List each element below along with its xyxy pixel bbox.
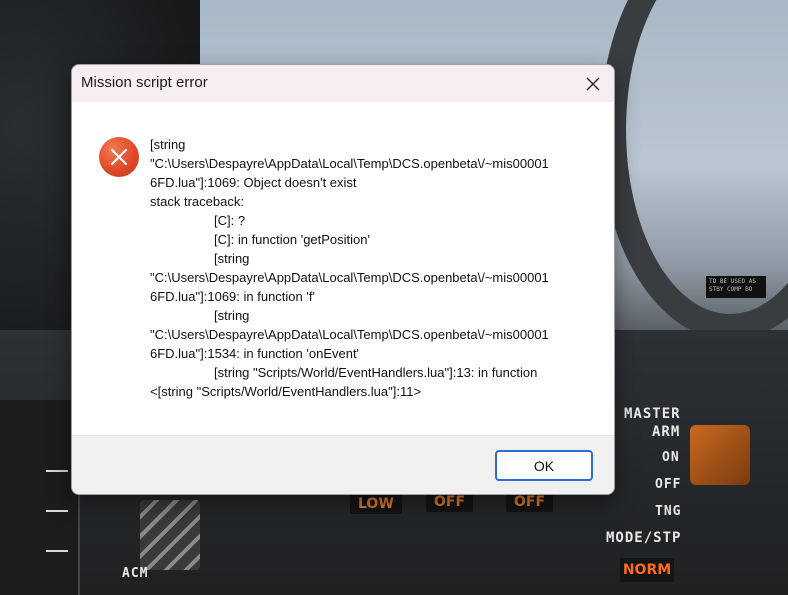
message-line: "C:\Users\Despayre\AppData\Local\Temp\DC… (150, 327, 549, 342)
dialog-title-bar[interactable]: Mission script error (72, 65, 614, 102)
dialog-title: Mission script error (81, 74, 208, 91)
off-indicator-2: OFF (506, 492, 554, 512)
message-line: [string (214, 251, 250, 266)
dialog-footer: OK (72, 435, 614, 494)
message-line: <[string "Scripts/World/EventHandlers.lu… (150, 384, 422, 399)
message-line: [string (150, 137, 186, 152)
tng-label: TNG (655, 504, 682, 519)
gauge-tick (46, 470, 68, 472)
message-line: [string "Scripts/World/EventHandlers.lua… (214, 365, 538, 380)
on-label: ON (662, 450, 680, 465)
message-line: 6FD.lua"]:1069: Object doesn't exist (150, 175, 357, 190)
message-line: "C:\Users\Despayre\AppData\Local\Temp\DC… (150, 270, 549, 285)
hatched-panel (140, 500, 200, 570)
message-line: stack traceback: (150, 194, 244, 209)
master-label: MASTER (624, 406, 681, 422)
message-line: [string (214, 308, 250, 323)
message-line: 6FD.lua"]:1069: in function 'f' (150, 289, 315, 304)
dialog-content: [string "C:\Users\Despayre\AppData\Local… (72, 102, 614, 435)
message-line: "C:\Users\Despayre\AppData\Local\Temp\DC… (150, 156, 549, 171)
off-label: OFF (655, 477, 682, 492)
message-line: 6FD.lua"]:1534: in function 'onEvent' (150, 346, 360, 361)
close-icon (586, 77, 600, 91)
gauge-tick (46, 550, 68, 552)
error-icon (99, 137, 139, 177)
close-button[interactable] (578, 70, 608, 98)
stby-placard: TO BE USED AS STBY COMP BO (706, 276, 766, 298)
message-line: [C]: ? (214, 213, 246, 228)
master-arm-switch-guard (690, 425, 750, 485)
low-indicator: LOW (350, 494, 402, 514)
off-indicator-1: OFF (426, 492, 474, 512)
ok-button[interactable]: OK (495, 450, 593, 481)
left-gauge (0, 400, 80, 595)
error-dialog: Mission script error [string "C:\Users\D… (71, 64, 615, 495)
gauge-tick (46, 510, 68, 512)
mode-stp-label: MODE/STP (606, 530, 682, 546)
norm-indicator: NORM (620, 558, 674, 582)
arm-label: ARM (652, 424, 681, 440)
message-line: [C]: in function 'getPosition' (214, 232, 370, 247)
error-message: [string "C:\Users\Despayre\AppData\Local… (150, 135, 590, 401)
acm-label: ACM (122, 566, 149, 581)
